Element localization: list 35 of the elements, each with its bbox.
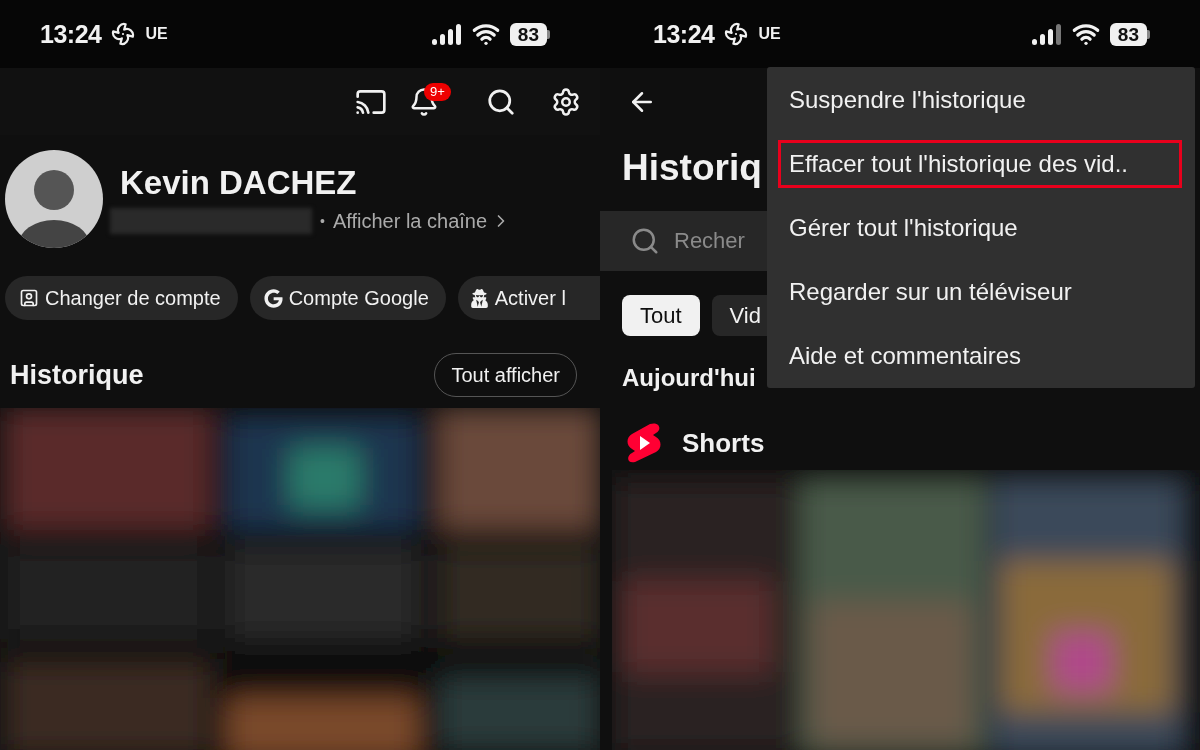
page-title: Historiq — [621, 146, 762, 190]
search-icon — [630, 226, 660, 256]
account-chip[interactable]: Compte Google — [249, 276, 446, 320]
fan-icon — [724, 22, 749, 46]
menu-item[interactable]: Aide et commentaires — [778, 332, 1182, 380]
signal-icon — [1031, 23, 1062, 45]
account-icon — [19, 288, 39, 308]
time: 13:24 — [653, 19, 715, 49]
gear-icon — [551, 86, 581, 117]
menu-item[interactable]: Regarder sur un téléviseur — [778, 268, 1182, 316]
account-chip[interactable]: Activer l — [457, 276, 600, 320]
notification-badge: 9+ — [424, 82, 451, 101]
filter-chip[interactable]: Tout — [622, 295, 700, 336]
search-icon — [486, 86, 516, 117]
shorts-logo-icon — [626, 422, 662, 464]
separator-dot: • — [320, 213, 325, 229]
date-heading: Aujourd'hui — [621, 363, 756, 393]
search-input[interactable]: Recher — [674, 228, 748, 254]
shorts-heading: Shorts — [682, 427, 765, 459]
google-icon — [263, 288, 283, 308]
section-title: Historique — [10, 359, 144, 391]
time: 13:24 — [40, 19, 102, 49]
fan-icon — [111, 22, 136, 46]
battery-indicator: 83 — [509, 22, 550, 46]
notifications-button[interactable]: 9+ — [402, 79, 458, 124]
battery-indicator: 83 — [1109, 22, 1150, 46]
channel-name: Kevin DACHEZ — [120, 164, 358, 202]
signal-icon — [431, 23, 462, 45]
menu-item[interactable]: Suspendre l'historique — [778, 76, 1182, 124]
incognito-icon — [469, 288, 489, 308]
menu-item[interactable]: Gérer tout l'historique — [778, 204, 1182, 252]
carrier: UE — [758, 25, 781, 43]
carrier: UE — [145, 25, 168, 43]
menu-item[interactable]: Effacer tout l'historique des vid.. — [778, 140, 1182, 188]
account-chip[interactable]: Changer de compte — [5, 276, 238, 320]
